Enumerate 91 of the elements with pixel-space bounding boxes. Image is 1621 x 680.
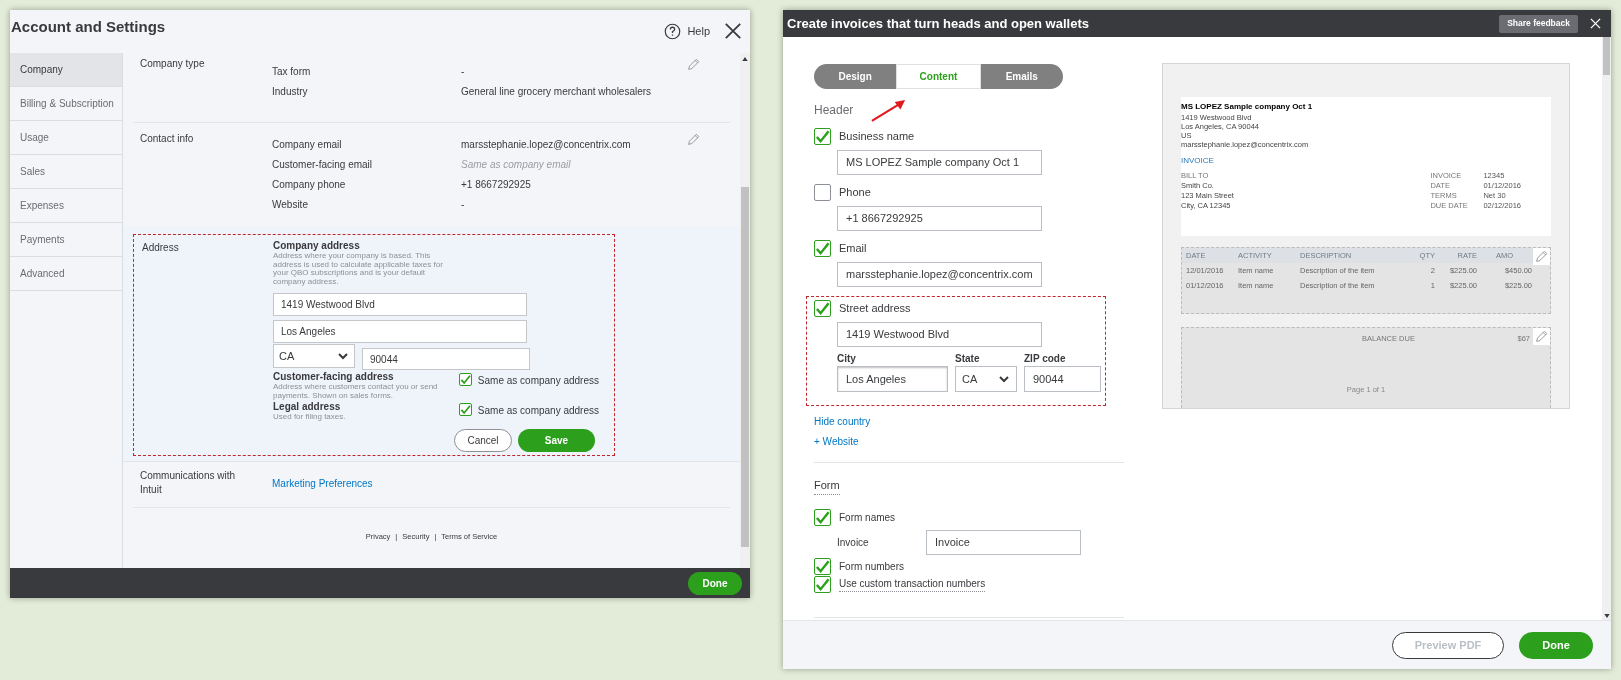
- text-field[interactable]: 1419 Westwood Blvd: [837, 322, 1042, 347]
- scrollbar[interactable]: [1602, 37, 1611, 620]
- sidebar-item[interactable]: Company: [10, 53, 122, 87]
- checkbox[interactable]: [814, 128, 831, 145]
- share-feedback-button[interactable]: Share feedback: [1499, 14, 1578, 33]
- section-heading: Address: [142, 241, 180, 255]
- zip-field[interactable]: 90044: [1024, 366, 1101, 392]
- tab[interactable]: Emails: [980, 64, 1063, 89]
- field-label: Industry: [272, 85, 309, 98]
- street-field[interactable]: 1419 Westwood Blvd: [273, 293, 527, 316]
- description-text: Address where your company is based. This address is used to calculate applicable taxes for your QBO subscriptions and is your default company address.: [273, 252, 444, 286]
- text-field[interactable]: MS LOPEZ Sample company Oct 1: [837, 150, 1042, 175]
- field-label: Business name: [839, 129, 915, 145]
- field-label: Website: [272, 198, 309, 211]
- checkbox[interactable]: [814, 557, 831, 575]
- chevron-down-icon: [337, 350, 349, 362]
- check-icon: [459, 372, 471, 387]
- city-field[interactable]: Los Angeles: [273, 320, 527, 343]
- subsection-title: Company address: [273, 240, 361, 252]
- scrollbar-thumb[interactable]: [741, 187, 749, 547]
- field-label: Street address: [839, 301, 911, 317]
- checkbox[interactable]: [814, 240, 831, 257]
- field-label: State: [955, 352, 981, 366]
- scrollbar-thumb[interactable]: [1603, 37, 1610, 75]
- text-link[interactable]: + Website: [814, 434, 1131, 449]
- subsection-title: Customer-facing address: [273, 371, 395, 383]
- close-icon[interactable]: [724, 22, 742, 40]
- help-icon[interactable]: [664, 22, 682, 40]
- check-icon: [815, 241, 830, 256]
- checkbox[interactable]: [458, 403, 472, 416]
- section-title: Form: [814, 477, 840, 495]
- description-text: Address where customers contact you or send payments. Shown on sales forms.: [273, 383, 439, 400]
- checkbox-label: Same as company address: [477, 374, 599, 388]
- text-link[interactable]: Hide country: [814, 414, 1131, 429]
- section-heading: Communications with Intuit: [140, 469, 237, 497]
- text-field[interactable]: marsstephanie.lopez@concentrix.com: [837, 262, 1042, 287]
- window-title: Create invoices that turn heads and open wallets: [787, 14, 1089, 33]
- state-dropdown[interactable]: CA: [273, 344, 355, 368]
- field-value: Same as company email: [461, 158, 571, 171]
- field-label: ZIP code: [1024, 352, 1067, 366]
- field-label: Invoice: [837, 535, 870, 550]
- marketing-preferences-link[interactable]: Marketing Preferences: [272, 469, 373, 507]
- text-field[interactable]: +1 8667292925: [837, 206, 1042, 231]
- city-field[interactable]: Los Angeles: [837, 366, 948, 392]
- field-label: Form names: [839, 510, 896, 525]
- field-value: General line grocery merchant wholesalers: [461, 85, 652, 98]
- check-icon: [815, 129, 830, 144]
- field-value: -: [461, 198, 465, 211]
- field-label: Email: [839, 241, 867, 257]
- field-label: Phone: [839, 185, 871, 201]
- field-label: Use custom transaction numbers: [839, 576, 986, 592]
- checkbox[interactable]: [814, 300, 831, 317]
- pencil-icon[interactable]: [687, 58, 700, 71]
- tab[interactable]: Design: [814, 64, 897, 89]
- checkbox[interactable]: [814, 184, 831, 201]
- scrollbar[interactable]: [740, 53, 750, 568]
- chevron-down-icon: [998, 373, 1010, 385]
- section-heading: Contact info: [140, 132, 195, 146]
- check-icon: [815, 558, 830, 574]
- state-dropdown[interactable]: CA: [955, 366, 1017, 392]
- company-name: MS LOPEZ Sample company Oct 1: [1181, 101, 1314, 113]
- help-link[interactable]: Help: [687, 22, 710, 40]
- field-label: City: [837, 352, 857, 366]
- zip-field[interactable]: 90044: [362, 348, 530, 370]
- field-label: Company phone: [272, 178, 347, 191]
- invoice-heading: INVOICE: [1181, 155, 1215, 167]
- section-heading: Company type: [140, 57, 206, 71]
- check-icon: [815, 576, 830, 592]
- field-value: +1 8667292925: [461, 178, 531, 191]
- field-value: marsstephanie.lopez@concentrix.com: [461, 138, 631, 151]
- form-name-field[interactable]: Invoice: [926, 529, 1081, 555]
- description-text: Used for filing taxes.: [273, 413, 347, 422]
- field-label: Company email: [272, 138, 343, 151]
- field-value: -: [461, 65, 465, 78]
- check-icon: [815, 509, 830, 525]
- check-icon: [815, 301, 830, 316]
- check-icon: [459, 402, 471, 417]
- checkbox[interactable]: [814, 575, 831, 593]
- section-title: Header: [814, 102, 854, 119]
- cancel-button[interactable]: Cancel: [454, 428, 512, 452]
- checkbox[interactable]: [458, 373, 472, 386]
- scroll-up-icon[interactable]: [742, 57, 748, 61]
- field-label: Form numbers: [839, 559, 904, 574]
- scroll-down-icon[interactable]: [1603, 614, 1610, 618]
- window-title: Account and Settings: [11, 17, 166, 37]
- field-label: Tax form: [272, 65, 312, 78]
- subsection-title: Legal address: [273, 401, 342, 413]
- checkbox[interactable]: [814, 508, 831, 526]
- checkbox-label: Same as company address: [477, 404, 599, 418]
- pencil-icon[interactable]: [687, 133, 700, 146]
- field-label: Customer-facing email: [272, 158, 374, 171]
